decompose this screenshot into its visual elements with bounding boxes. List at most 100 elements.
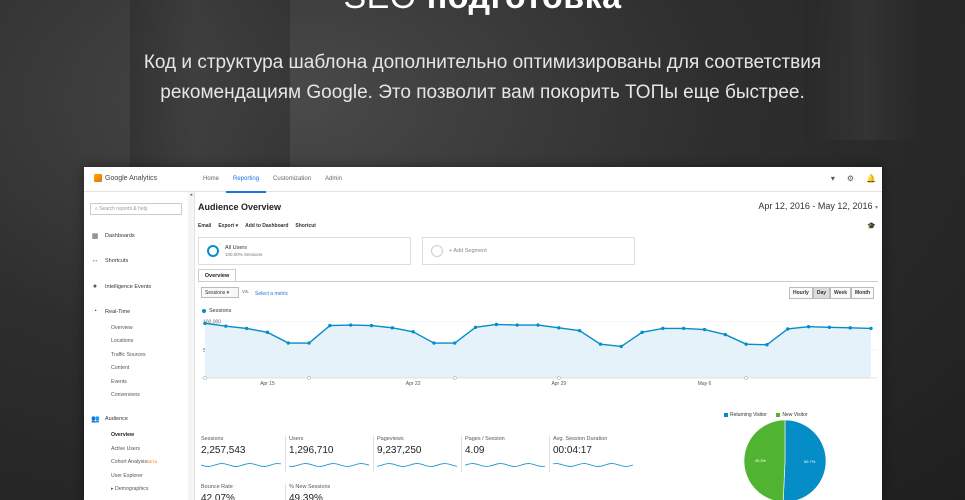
sidebar-sub-audience-overview[interactable]: Overview [111, 432, 134, 438]
annotation-marker [307, 376, 311, 380]
grid-icon: ▦ [91, 233, 99, 240]
visitor-pie-chart: 50.7% 49.3% [743, 419, 827, 500]
select-metric-link[interactable]: Select a metric [255, 291, 288, 297]
hero-subtitle: Код и структура шаблона дополнительно оп… [0, 48, 965, 108]
add-segment[interactable]: + Add Segment [422, 237, 635, 265]
sidebar-sub-events[interactable]: Events [111, 379, 127, 385]
sparkline-path [464, 463, 546, 467]
granularity-toggle: Hourly Day Week Month [788, 287, 874, 299]
kpi-label: % New Sessions [289, 484, 331, 490]
data-point [390, 326, 395, 330]
segment-label: All Users [225, 245, 248, 251]
legend-dot [202, 309, 206, 313]
granularity-month[interactable]: Month [851, 287, 874, 299]
segment-circle-icon [207, 245, 219, 257]
data-point [453, 341, 457, 345]
kpi-label: Sessions [201, 436, 224, 442]
kpi-label: Pages / Session [465, 436, 505, 442]
data-point [265, 330, 270, 335]
data-point [515, 323, 519, 327]
kpi--new-sessions: % New Sessions 49.39% [289, 484, 373, 500]
data-point [765, 343, 769, 347]
add-to-dashboard-button[interactable]: Add to Dashboard [245, 223, 288, 229]
sidebar-sub-user-explorer[interactable]: User Explorer [111, 473, 143, 479]
data-point [307, 341, 311, 345]
sidebar-item-shortcuts[interactable]: ↔ Shortcuts [91, 257, 129, 264]
sidebar-item-realtime[interactable]: ◔ Real-Time [91, 308, 130, 315]
kpi-divider [373, 436, 374, 472]
brand-logo[interactable]: Google Analytics [94, 174, 157, 182]
annotation-marker [452, 376, 457, 380]
sidebar-item-audience[interactable]: 👥 Audience [91, 415, 128, 423]
sidebar-sub-conversions[interactable]: Conversions [111, 392, 140, 398]
sidebar-sub-demographics[interactable]: ▸ Demographics [111, 486, 149, 492]
sidebar-sub-traffic-sources[interactable]: Traffic Sources [111, 352, 146, 358]
bulb-icon: ● [92, 283, 98, 290]
date-range-picker[interactable]: Apr 12, 2016 - May 12, 2016 ▾ [758, 201, 878, 211]
sidebar-sub-active-users[interactable]: Active Users [111, 446, 140, 452]
sidebar-item-label: Audience [105, 416, 128, 422]
kpi-value: 42.07% [201, 493, 235, 500]
sidebar-collapse-handle[interactable]: ◂ [188, 192, 195, 500]
data-point [786, 327, 790, 331]
sidebar-item-dashboards[interactable]: ▦ Dashboards [91, 232, 135, 240]
kpi-value: 1,296,710 [289, 445, 334, 456]
page-title: Audience Overview [198, 202, 282, 212]
kpi-sparkline [552, 463, 634, 467]
data-point [536, 323, 540, 327]
export-button[interactable]: Export ▾ [218, 223, 238, 229]
sessions-chart: 100,00050,000Apr 15Apr 22Apr 29May 6 [201, 320, 877, 386]
data-point [411, 330, 415, 334]
kpi-label: Users [289, 436, 304, 442]
data-point [723, 332, 728, 337]
data-point [286, 341, 290, 345]
date-range-text: Apr 12, 2016 - May 12, 2016 [758, 201, 873, 211]
sidebar-sub-cohort[interactable]: Cohort AnalysisBETA [111, 459, 157, 465]
pie-slice-label: 50.7% [804, 459, 816, 464]
shortcut-button[interactable]: Shortcut [295, 223, 316, 229]
nav-reporting[interactable]: Reporting [226, 167, 267, 193]
segment-all-users[interactable]: All Users 100.00% Sessions [198, 237, 411, 265]
sidebar: ⌕ Search reports & help ▦ Dashboards ↔ Sho… [84, 192, 189, 500]
kpi-divider [549, 436, 550, 472]
sidebar-sub-content[interactable]: Content [111, 365, 129, 371]
granularity-day[interactable]: Day [812, 287, 831, 299]
sidebar-item-intelligence[interactable]: ● Intelligence Events [91, 283, 151, 290]
search-input[interactable]: ⌕ Search reports & help [90, 203, 182, 215]
metric-select[interactable]: Sessions ▾ [201, 287, 239, 298]
kpi-value: 4.09 [465, 445, 485, 456]
granularity-hourly[interactable]: Hourly [788, 287, 813, 299]
data-point [557, 326, 561, 330]
data-point [848, 326, 852, 330]
x-tick-label: May 6 [698, 381, 712, 386]
analytics-screenshot: Google Analytics Home Reporting Customiz… [84, 167, 882, 500]
x-tick-label: Apr 29 [551, 381, 566, 386]
data-point [244, 326, 249, 331]
nav-admin[interactable]: Admin [318, 167, 349, 191]
data-point [640, 330, 644, 335]
hero-subtitle-line1: Код и структура шаблона дополнительно оп… [143, 52, 822, 73]
data-point [661, 326, 665, 331]
sparkline-path [200, 463, 282, 467]
search-icon: ⌕ [95, 206, 98, 212]
nav-customization[interactable]: Customization [266, 167, 318, 191]
sidebar-item-label: Intelligence Events [105, 283, 152, 290]
sidebar-sub-overview[interactable]: Overview [111, 325, 133, 331]
graduation-cap-icon[interactable]: 🎓 [867, 222, 876, 230]
kpi-sparkline [200, 463, 282, 467]
annotation-marker [556, 376, 561, 380]
kpi-pageviews: Pageviews 9,237,250 [376, 436, 461, 476]
data-point [432, 341, 436, 345]
email-button[interactable]: Email [198, 223, 211, 229]
chevron-down-icon[interactable]: ▾ [831, 174, 835, 183]
sidebar-sub-locations[interactable]: Locations [111, 338, 133, 344]
nav-home[interactable]: Home [196, 167, 226, 191]
kpi-sessions: Sessions 2,257,543 [200, 436, 285, 476]
granularity-week[interactable]: Week [830, 287, 851, 299]
gear-icon[interactable]: ⚙ [847, 174, 854, 183]
chevron-left-icon: ◂ [189, 192, 193, 198]
pie-slice-label: 49.3% [755, 458, 767, 463]
kpi-value: 00:04:17 [553, 445, 592, 456]
bell-icon[interactable]: 🔔 [866, 174, 876, 183]
data-point [619, 344, 623, 349]
